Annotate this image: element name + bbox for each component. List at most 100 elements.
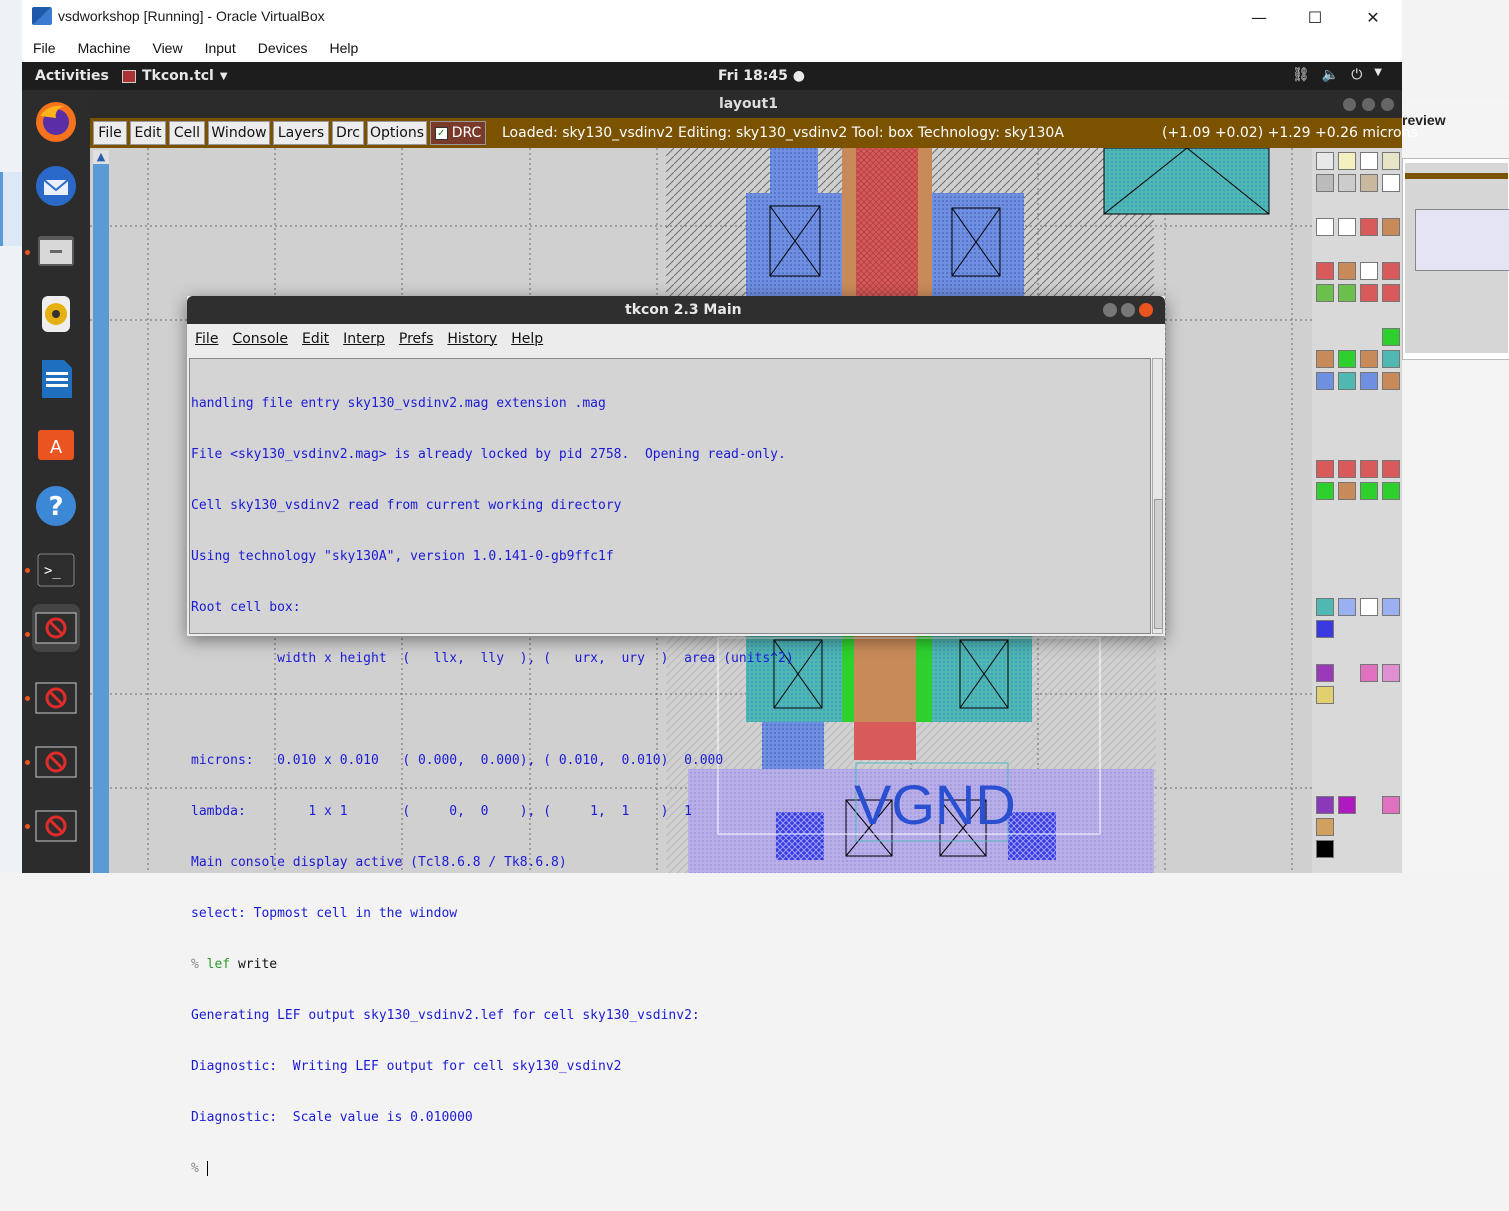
menu-machine[interactable]: Machine bbox=[67, 40, 142, 56]
layer-swatch[interactable] bbox=[1338, 262, 1356, 280]
layer-swatch[interactable] bbox=[1338, 598, 1356, 616]
layer-swatch[interactable] bbox=[1316, 796, 1334, 814]
minimize-icon[interactable] bbox=[1343, 98, 1356, 111]
firefox-icon[interactable] bbox=[32, 98, 80, 146]
layer-swatch[interactable] bbox=[1382, 152, 1400, 170]
layer-swatch[interactable] bbox=[1316, 818, 1334, 836]
layer-swatch[interactable] bbox=[1382, 328, 1400, 346]
drc-toggle[interactable]: ✓ DRC bbox=[430, 121, 486, 145]
minimize-button[interactable]: — bbox=[1230, 0, 1288, 34]
blocked-app-icon[interactable] bbox=[32, 802, 80, 850]
tkcon-menu-edit[interactable]: Edit bbox=[294, 331, 335, 347]
layer-swatch[interactable] bbox=[1360, 284, 1378, 302]
layer-swatch[interactable] bbox=[1382, 598, 1400, 616]
menu-devices[interactable]: Devices bbox=[247, 40, 319, 56]
layer-swatch[interactable] bbox=[1360, 152, 1378, 170]
layer-swatch[interactable] bbox=[1316, 686, 1334, 704]
app-menu[interactable]: Tkcon.tcl ▼ bbox=[122, 68, 228, 84]
magic-menu-drc[interactable]: Drc bbox=[332, 121, 364, 145]
clock[interactable]: Fri 18:45 ● bbox=[718, 68, 805, 84]
preview-thumbnail[interactable] bbox=[1402, 158, 1509, 360]
close-icon[interactable] bbox=[1139, 303, 1153, 317]
vertical-scrollbar[interactable]: ▲ bbox=[93, 150, 109, 873]
blocked-app-icon[interactable] bbox=[32, 738, 80, 786]
layer-swatch[interactable] bbox=[1316, 372, 1334, 390]
layer-swatch[interactable] bbox=[1316, 840, 1334, 858]
layer-swatch[interactable] bbox=[1360, 218, 1378, 236]
menu-view[interactable]: View bbox=[141, 40, 193, 56]
tkcon-menu-history[interactable]: History bbox=[439, 331, 503, 347]
terminal-icon[interactable]: >_ bbox=[32, 546, 80, 594]
layer-swatch[interactable] bbox=[1382, 664, 1400, 682]
layer-swatch[interactable] bbox=[1382, 796, 1400, 814]
blocked-app-icon[interactable] bbox=[32, 604, 80, 652]
close-button[interactable]: ✕ bbox=[1344, 0, 1402, 34]
layer-swatch[interactable] bbox=[1316, 664, 1334, 682]
layer-swatch[interactable] bbox=[1360, 664, 1378, 682]
tkcon-menu-help[interactable]: Help bbox=[503, 331, 549, 347]
lock-icon[interactable] bbox=[1316, 218, 1334, 236]
scroll-thumb[interactable] bbox=[1154, 499, 1163, 629]
lock-icon[interactable] bbox=[1360, 262, 1378, 280]
maximize-icon[interactable] bbox=[1121, 303, 1135, 317]
software-icon[interactable]: A bbox=[32, 418, 80, 466]
layer-swatch[interactable] bbox=[1382, 372, 1400, 390]
layer-swatch[interactable] bbox=[1360, 482, 1378, 500]
magic-menu-options[interactable]: Options bbox=[367, 121, 427, 145]
activities-button[interactable]: Activities bbox=[35, 68, 109, 84]
tkcon-console[interactable]: handling file entry sky130_vsdinv2.mag e… bbox=[189, 358, 1151, 1176]
tkcon-menu-file[interactable]: File bbox=[187, 331, 224, 347]
files-icon[interactable] bbox=[32, 226, 80, 274]
layer-swatch[interactable] bbox=[1382, 284, 1400, 302]
layer-swatch[interactable] bbox=[1338, 350, 1356, 368]
magic-menu-layers[interactable]: Layers bbox=[273, 121, 329, 145]
layer-swatch[interactable] bbox=[1360, 372, 1378, 390]
layer-swatch[interactable] bbox=[1316, 620, 1334, 638]
magic-menu-file[interactable]: File bbox=[93, 121, 127, 145]
menu-input[interactable]: Input bbox=[194, 40, 247, 56]
maximize-button[interactable]: ☐ bbox=[1286, 0, 1344, 34]
layer-swatch[interactable] bbox=[1338, 174, 1356, 192]
maximize-icon[interactable] bbox=[1362, 98, 1375, 111]
layer-swatch[interactable] bbox=[1382, 460, 1400, 478]
layer-swatch[interactable] bbox=[1316, 174, 1334, 192]
layer-swatch[interactable] bbox=[1382, 482, 1400, 500]
lock-icon[interactable] bbox=[1382, 174, 1400, 192]
layer-swatch[interactable] bbox=[1338, 372, 1356, 390]
help-icon[interactable]: ? bbox=[32, 482, 80, 530]
layer-swatch[interactable] bbox=[1360, 460, 1378, 478]
layer-swatch[interactable] bbox=[1338, 796, 1356, 814]
writer-icon[interactable] bbox=[32, 354, 80, 402]
lock-icon[interactable] bbox=[1338, 218, 1356, 236]
system-tray[interactable]: ⛓ 🔈 ⏻ ▼ bbox=[1292, 67, 1382, 83]
layer-swatch[interactable] bbox=[1316, 482, 1334, 500]
tkcon-menu-console[interactable]: Console bbox=[224, 331, 294, 347]
layer-swatch[interactable] bbox=[1338, 284, 1356, 302]
console-scrollbar[interactable] bbox=[1152, 358, 1163, 634]
layer-swatch[interactable] bbox=[1360, 350, 1378, 368]
minimize-icon[interactable] bbox=[1103, 303, 1117, 317]
magic-menu-edit[interactable]: Edit bbox=[130, 121, 166, 145]
magic-menu-window[interactable]: Window bbox=[208, 121, 270, 145]
rhythmbox-icon[interactable] bbox=[32, 290, 80, 338]
layer-swatch[interactable] bbox=[1316, 284, 1334, 302]
layer-swatch[interactable] bbox=[1316, 598, 1334, 616]
tkcon-menu-interp[interactable]: Interp bbox=[335, 331, 391, 347]
layer-swatch[interactable] bbox=[1382, 262, 1400, 280]
scroll-up-arrow-icon[interactable]: ▲ bbox=[93, 150, 109, 164]
layer-swatch[interactable] bbox=[1316, 262, 1334, 280]
blocked-app-icon[interactable] bbox=[32, 674, 80, 722]
close-icon[interactable] bbox=[1381, 98, 1394, 111]
layer-swatch[interactable] bbox=[1338, 152, 1356, 170]
layer-swatch[interactable] bbox=[1338, 460, 1356, 478]
console-input-line[interactable]: % bbox=[191, 1160, 1150, 1177]
layer-palette[interactable] bbox=[1312, 148, 1402, 873]
layer-swatch[interactable] bbox=[1316, 152, 1334, 170]
menu-help[interactable]: Help bbox=[319, 40, 370, 56]
magic-menu-cell[interactable]: Cell bbox=[169, 121, 205, 145]
layer-swatch[interactable] bbox=[1316, 460, 1334, 478]
menu-file[interactable]: File bbox=[22, 40, 67, 56]
thunderbird-icon[interactable] bbox=[32, 162, 80, 210]
layer-swatch[interactable] bbox=[1382, 350, 1400, 368]
tkcon-menu-prefs[interactable]: Prefs bbox=[391, 331, 439, 347]
